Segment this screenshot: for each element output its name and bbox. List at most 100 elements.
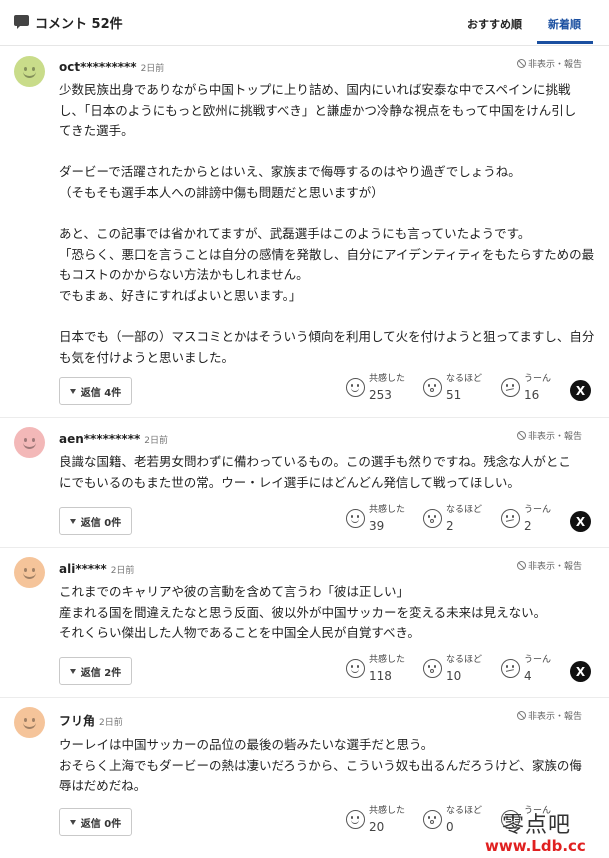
- sort-newest-tab[interactable]: 新着順: [548, 16, 581, 32]
- agree-reaction[interactable]: なるほど 10: [423, 655, 482, 684]
- comment-username[interactable]: aen*********: [59, 432, 140, 446]
- comment-line: にでもいるのもまた世の常。ウー・レイ選手にはどんどん発信して戦ってほしい。: [59, 474, 520, 490]
- x-share-icon[interactable]: X: [570, 661, 591, 682]
- hide-report-button[interactable]: 非表示・報告: [517, 709, 582, 722]
- empathy-reaction[interactable]: 共感した 118: [346, 655, 405, 684]
- comments-header: コメント 52件 おすすめ順 新着順: [0, 0, 609, 46]
- empathy-count: 253: [369, 388, 392, 402]
- comment-body: これまでのキャリアや彼の言動を含めて言うわ「彼は正しい」 産まれる国を間違えたな…: [59, 582, 594, 644]
- empathy-label: 共感した: [369, 505, 406, 515]
- hide-icon: [517, 431, 526, 440]
- agree-count: 2: [446, 519, 454, 533]
- comment-body: 良識な国籍、老若男女問わずに備わっているもの。この選手も然りですね。残念な人がと…: [59, 452, 594, 493]
- x-share-icon[interactable]: X: [570, 511, 591, 532]
- comments-count: コメント 52件: [14, 13, 123, 32]
- avatar[interactable]: [14, 56, 45, 87]
- comment-line: （そもそも選手本人への誹謗中傷も問題だと思いますが）: [59, 184, 384, 200]
- comment-meta: フリ角 2日前: [59, 712, 123, 729]
- comment-time: 2日前: [110, 566, 135, 576]
- hmm-count: 2: [524, 519, 532, 533]
- empathy-count: 118: [369, 669, 392, 683]
- agree-reaction[interactable]: なるほど 51: [423, 374, 482, 403]
- comment-line: でもまぁ、好きにすればよいと思います。」: [59, 287, 302, 303]
- hmm-count: 16: [524, 388, 540, 402]
- hide-icon: [517, 711, 526, 720]
- empathy-count: 20: [369, 820, 385, 834]
- empathy-label: 共感した: [369, 655, 406, 665]
- comment-username[interactable]: フリ角: [59, 712, 95, 729]
- hide-report-button[interactable]: 非表示・報告: [517, 429, 582, 442]
- comment-meta: oct********* 2日前: [59, 60, 164, 74]
- comment-item: oct********* 2日前 非表示・報告 少数民族出身でありながら中国トッ…: [0, 46, 609, 418]
- comment-line: [59, 142, 594, 163]
- agree-label: なるほど: [446, 374, 483, 384]
- avatar[interactable]: [14, 707, 45, 738]
- surprised-icon: [423, 378, 442, 397]
- reply-button[interactable]: 返信 2件: [59, 657, 132, 685]
- comment-line: 良識な国籍、老若男女問わずに備わっているもの。この選手も然りですね。残念な人がと…: [59, 454, 571, 469]
- reply-label: 返信 0件: [80, 818, 122, 830]
- active-sort-indicator: [537, 41, 593, 44]
- chevron-down-icon: [69, 388, 76, 394]
- comment-line: 日本でも（一部の）マスコミとかはそういう傾向を利用して火を付けようと狙ってますし…: [59, 329, 595, 345]
- chevron-down-icon: [69, 518, 76, 524]
- hmm-count: 4: [524, 669, 532, 683]
- comment-meta: aen********* 2日前: [59, 432, 168, 446]
- agree-count: 0: [446, 820, 454, 834]
- hide-report-label: 非表示・報告: [528, 432, 583, 442]
- hmm-reaction[interactable]: うーん 4: [501, 655, 551, 684]
- comment-line: これまでのキャリアや彼の言動を含めて言うわ「彼は正しい」: [59, 584, 410, 599]
- empathy-label: 共感した: [369, 374, 406, 384]
- avatar[interactable]: [14, 427, 45, 458]
- comment-username[interactable]: ali*****: [59, 562, 107, 576]
- comment-line: も気を付けようと思いました。: [59, 349, 235, 365]
- smile-icon: [346, 659, 365, 678]
- agree-label: なるほど: [446, 806, 483, 816]
- reply-button[interactable]: 返信 0件: [59, 507, 132, 535]
- comment-line: [59, 204, 594, 225]
- hide-icon: [517, 561, 526, 570]
- comment-line: 産まれる国を間違えたなと思う反面、彼以外が中国サッカーを変える未来は見えない。: [59, 604, 547, 620]
- agree-reaction[interactable]: なるほど 2: [423, 505, 482, 534]
- puzzled-icon: [501, 509, 520, 528]
- comment-line: あと、この記事では省かれてますが、武磊選手はこのようにも言っていたようです。: [59, 226, 531, 242]
- watermark: 零点吧 www.Ldb.cc: [482, 807, 609, 858]
- empathy-label: 共感した: [369, 806, 406, 816]
- hmm-label: うーん: [524, 505, 552, 515]
- puzzled-icon: [501, 378, 520, 397]
- hide-report-button[interactable]: 非表示・報告: [517, 57, 582, 70]
- hide-report-label: 非表示・報告: [528, 562, 583, 572]
- hmm-reaction[interactable]: うーん 16: [501, 374, 551, 403]
- x-share-icon[interactable]: X: [570, 380, 591, 401]
- surprised-icon: [423, 509, 442, 528]
- puzzled-icon: [501, 659, 520, 678]
- agree-count: 10: [446, 669, 462, 683]
- agree-label: なるほど: [446, 655, 483, 665]
- empathy-count: 39: [369, 519, 385, 533]
- hide-icon: [517, 59, 526, 68]
- comment-line: てきた選手。: [59, 123, 134, 139]
- avatar[interactable]: [14, 557, 45, 588]
- reply-button[interactable]: 返信 0件: [59, 808, 132, 836]
- hmm-reaction[interactable]: うーん 2: [501, 505, 551, 534]
- reply-button[interactable]: 返信 4件: [59, 377, 132, 405]
- empathy-reaction[interactable]: 共感した 20: [346, 806, 405, 835]
- comment-line: ウーレイは中国サッカーの品位の最後の砦みたいな選手だと思う。: [59, 737, 434, 752]
- reply-label: 返信 2件: [80, 667, 122, 679]
- empathy-reaction[interactable]: 共感した 253: [346, 374, 405, 403]
- comment-time: 2日前: [144, 436, 168, 446]
- sort-recommended-tab[interactable]: おすすめ順: [467, 16, 522, 32]
- hide-report-button[interactable]: 非表示・報告: [517, 559, 582, 572]
- empathy-reaction[interactable]: 共感した 39: [346, 505, 405, 534]
- comment-username[interactable]: oct*********: [59, 60, 137, 74]
- agree-reaction[interactable]: なるほど 0: [423, 806, 482, 835]
- comment-icon: [14, 15, 30, 30]
- comment-item: ali***** 2日前 非表示・報告 これまでのキャリアや彼の言動を含めて言う…: [0, 548, 609, 698]
- agree-count: 51: [446, 388, 462, 402]
- surprised-icon: [423, 810, 442, 829]
- comments-title: コメント 52件: [35, 17, 123, 32]
- comment-line: 辱はだめだね。: [59, 778, 147, 794]
- agree-label: なるほど: [446, 505, 483, 515]
- comment-meta: ali***** 2日前: [59, 562, 134, 576]
- watermark-url: www.Ldb.cc: [485, 837, 586, 855]
